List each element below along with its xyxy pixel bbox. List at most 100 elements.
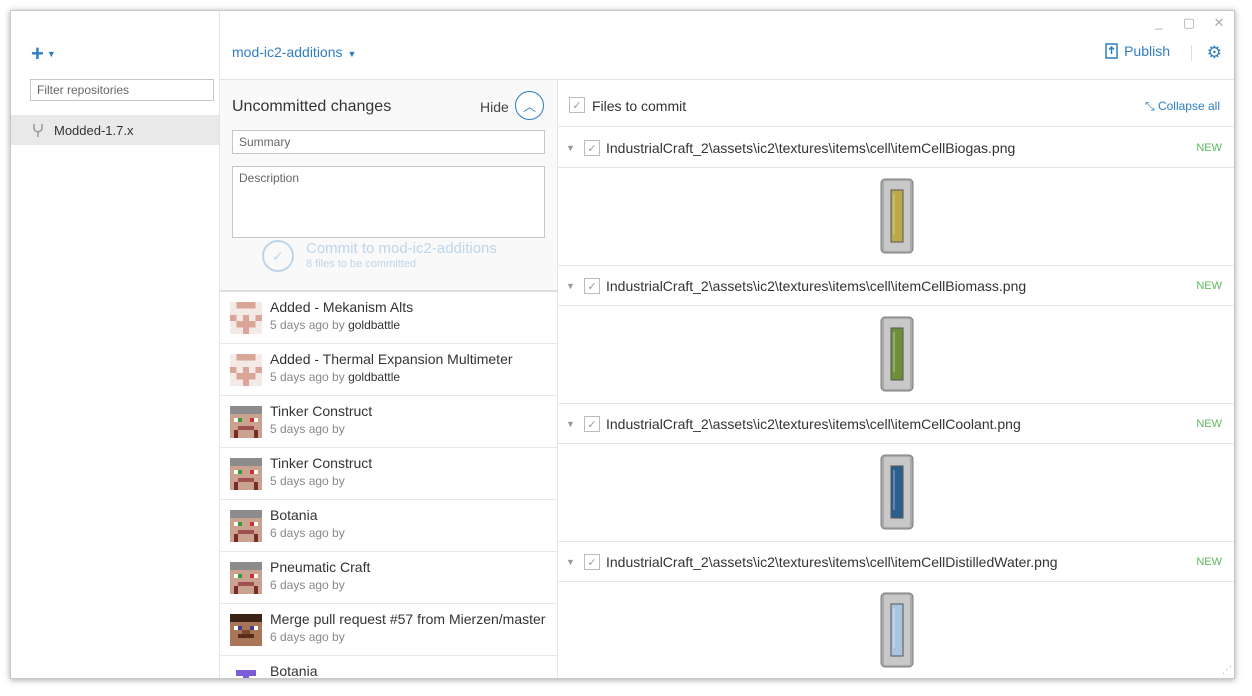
- file-checkbox[interactable]: ✓: [584, 278, 600, 294]
- repo-fork-icon: [33, 124, 43, 137]
- file-header[interactable]: ▼ ✓ IndustrialCraft_2\assets\ic2\textures\…: [558, 403, 1234, 444]
- commit-meta: 6 days ago by: [270, 526, 345, 540]
- commit-history-item[interactable]: Merge pull request #57 from Mierzen/mast…: [220, 604, 557, 656]
- collapse-all-label: Collapse all: [1157, 99, 1220, 113]
- commit-time: 6 days ago by: [270, 630, 345, 644]
- avatar: [230, 302, 262, 334]
- avatar: [230, 354, 262, 386]
- file-preview-area: [558, 444, 1234, 542]
- repo-label: Modded-1.7.x: [54, 122, 134, 138]
- avatar: [230, 406, 262, 438]
- commit-author[interactable]: goldbattle: [348, 370, 400, 384]
- repository-sidebar: +▼ Modded-1.7.x: [11, 11, 220, 678]
- avatar: [230, 458, 262, 490]
- add-repository-button[interactable]: + ▼: [31, 41, 56, 67]
- image-preview: [880, 592, 914, 673]
- commit-time: 5 days ago by: [270, 318, 345, 332]
- files-to-commit-label: Files to commit: [592, 98, 687, 114]
- image-preview: [880, 316, 914, 397]
- commit-author[interactable]: goldbattle: [348, 318, 400, 332]
- caret-down-icon: ▼: [347, 49, 357, 59]
- collapse-all-button[interactable]: ⤡ Collapse all: [1145, 99, 1220, 114]
- repo-item-modded-1-7-x[interactable]: Modded-1.7.x: [11, 115, 219, 145]
- file-preview-area: [558, 582, 1234, 678]
- collapse-icon: ⤡: [1145, 99, 1155, 113]
- commit-history-item[interactable]: Added - Mekanism Alts 5 days ago by goldb…: [220, 292, 557, 344]
- files-header: ✓ Files to commit ⤡ Collapse all: [558, 80, 1234, 127]
- filter-repositories-input[interactable]: [30, 79, 214, 101]
- avatar: [230, 510, 262, 542]
- commit-meta: 5 days ago by: [270, 422, 345, 436]
- file-preview-area: [558, 306, 1234, 404]
- gear-icon[interactable]: ⚙: [1207, 43, 1222, 63]
- branch-selector[interactable]: mod-ic2-additions ▼: [232, 44, 356, 60]
- commit-description-input[interactable]: [232, 166, 545, 238]
- commit-file-count: 8 files to be committed: [306, 258, 417, 270]
- file-checkbox[interactable]: ✓: [584, 554, 600, 570]
- file-status-badge: NEW: [1196, 142, 1222, 154]
- image-preview: [880, 454, 914, 535]
- avatar: [230, 562, 262, 594]
- changed-file: ▼ ✓ IndustrialCraft_2\assets\ic2\textures\…: [558, 265, 1234, 404]
- publish-icon: [1105, 43, 1118, 59]
- commit-meta: 5 days ago by goldbattle: [270, 370, 400, 384]
- file-path: IndustrialCraft_2\assets\ic2\textures\it…: [606, 140, 1016, 156]
- changes-column: Uncommitted changes Hide ︿ ✓ Commit to m…: [220, 80, 558, 678]
- commit-title: Added - Thermal Expansion Multimeter: [270, 351, 513, 367]
- commit-label: Commit to mod-ic2-additions: [306, 240, 497, 257]
- file-path: IndustrialCraft_2\assets\ic2\textures\it…: [606, 554, 1058, 570]
- chevron-down-icon[interactable]: ▼: [566, 419, 575, 429]
- app-window: _ ▢ ✕ +▼ Modded-1.7.x mod-ic2-additions▼…: [10, 10, 1235, 679]
- publish-button[interactable]: Publish: [1105, 43, 1170, 59]
- branch-name: mod-ic2-additions: [232, 44, 343, 60]
- commit-history-item[interactable]: Botania: [220, 656, 557, 679]
- commit-time: 5 days ago by: [270, 422, 345, 436]
- file-header[interactable]: ▼ ✓ IndustrialCraft_2\assets\ic2\textures\…: [558, 127, 1234, 168]
- file-preview-area: [558, 168, 1234, 266]
- avatar: [230, 614, 262, 646]
- file-checkbox[interactable]: ✓: [584, 140, 600, 156]
- commit-meta: 6 days ago by: [270, 578, 345, 592]
- hide-label[interactable]: Hide: [480, 99, 509, 115]
- commit-history-item[interactable]: Added - Thermal Expansion Multimeter 5 da…: [220, 344, 557, 396]
- check-icon: ✓: [262, 240, 294, 272]
- commit-history-item[interactable]: Pneumatic Craft 6 days ago by: [220, 552, 557, 604]
- image-preview: [880, 178, 914, 259]
- file-status-badge: NEW: [1196, 280, 1222, 292]
- chevron-up-icon[interactable]: ︿: [515, 91, 544, 120]
- avatar: [230, 666, 262, 678]
- commit-summary-input[interactable]: [232, 130, 545, 154]
- file-header[interactable]: ▼ ✓ IndustrialCraft_2\assets\ic2\textures\…: [558, 541, 1234, 582]
- changed-file: ▼ ✓ IndustrialCraft_2\assets\ic2\textures\…: [558, 541, 1234, 678]
- commit-history-item[interactable]: Tinker Construct 5 days ago by: [220, 396, 557, 448]
- top-bar: mod-ic2-additions ▼ Publish ⚙: [220, 11, 1234, 80]
- commit-time: 5 days ago by: [270, 370, 345, 384]
- commit-title: Botania: [270, 663, 318, 679]
- chevron-down-icon[interactable]: ▼: [566, 143, 575, 153]
- caret-down-icon: ▼: [46, 49, 56, 59]
- commit-meta: 6 days ago by: [270, 630, 345, 644]
- changed-file: ▼ ✓ IndustrialCraft_2\assets\ic2\textures\…: [558, 403, 1234, 542]
- commit-title: Tinker Construct: [270, 455, 373, 471]
- resize-grip-icon[interactable]: ⋰: [1222, 665, 1232, 676]
- file-header[interactable]: ▼ ✓ IndustrialCraft_2\assets\ic2\textures\…: [558, 265, 1234, 306]
- select-all-checkbox[interactable]: ✓: [569, 97, 585, 113]
- files-panel: ✓ Files to commit ⤡ Collapse all ▼ ✓ Indus…: [558, 80, 1234, 678]
- chevron-down-icon[interactable]: ▼: [566, 281, 575, 291]
- plus-icon: +: [31, 41, 44, 66]
- commit-time: 5 days ago by: [270, 474, 345, 488]
- file-checkbox[interactable]: ✓: [584, 416, 600, 432]
- commit-history-item[interactable]: Botania 6 days ago by: [220, 500, 557, 552]
- toolbar-divider: [1191, 45, 1192, 61]
- commit-title: Added - Mekanism Alts: [270, 299, 414, 315]
- chevron-down-icon[interactable]: ▼: [566, 557, 575, 567]
- commit-button[interactable]: ✓ Commit to mod-ic2-additions 8 files to…: [262, 240, 497, 272]
- commit-history-item[interactable]: Tinker Construct 5 days ago by: [220, 448, 557, 500]
- file-status-badge: NEW: [1196, 556, 1222, 568]
- commit-title: Tinker Construct: [270, 403, 373, 419]
- commit-time: 6 days ago by: [270, 526, 345, 540]
- commit-title: Merge pull request #57 from Mierzen/mast…: [270, 611, 546, 627]
- file-status-badge: NEW: [1196, 418, 1222, 430]
- uncommitted-changes-panel: Uncommitted changes Hide ︿ ✓ Commit to m…: [220, 80, 557, 292]
- changed-file: ▼ ✓ IndustrialCraft_2\assets\ic2\textures\…: [558, 127, 1234, 266]
